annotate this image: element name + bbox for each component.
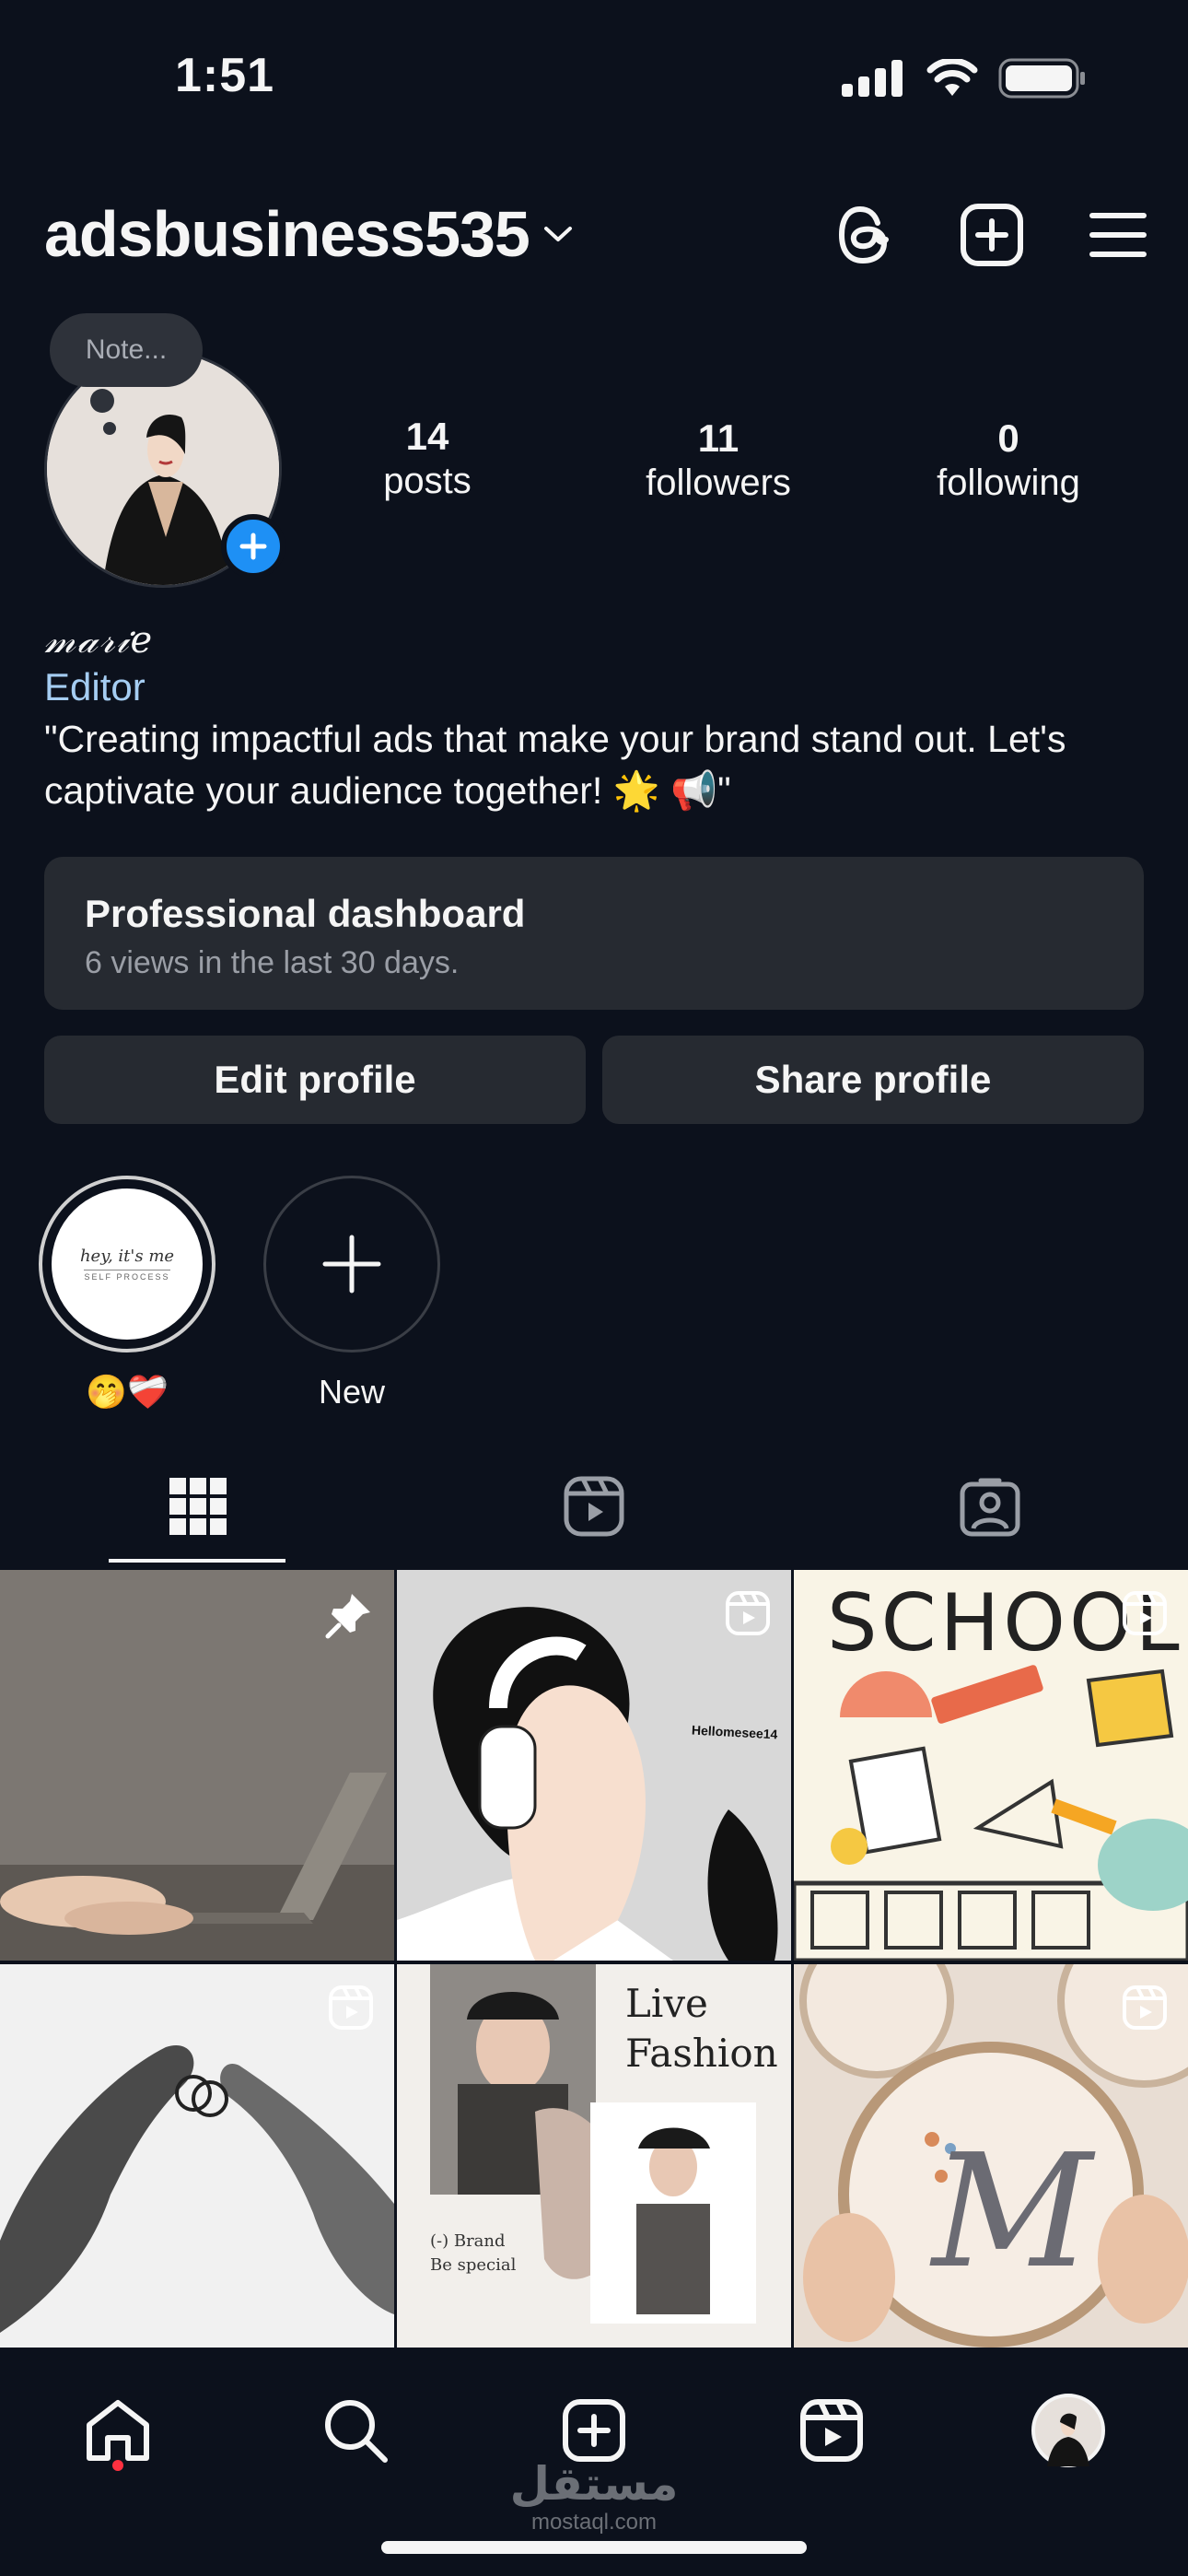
grid-post[interactable]: Live Fashion (-) Brand Be special	[397, 1964, 791, 2355]
post-thumbnail	[397, 1964, 791, 2355]
status-icons	[842, 57, 1087, 100]
post-title-line1: Live	[625, 1981, 708, 2026]
tab-grid[interactable]	[0, 1446, 396, 1566]
watermark: مستقل mostaql.com	[0, 2458, 1188, 2535]
reels-icon	[1123, 1591, 1167, 1635]
following-count: 0	[997, 416, 1019, 460]
highlight-cover-sub: SELF PROCESS	[84, 1270, 170, 1282]
profile-header: adsbusiness535	[0, 184, 1188, 286]
dashboard-title: Professional dashboard	[85, 892, 526, 935]
reels-icon	[329, 1985, 373, 2030]
wifi-icon	[926, 59, 978, 96]
create-icon	[563, 2399, 625, 2462]
watermark-arabic: مستقل	[509, 2458, 679, 2510]
pin-icon	[325, 1594, 370, 1639]
new-highlight-button[interactable]	[263, 1176, 440, 1352]
post-brand-text: (-) Brand	[430, 2231, 506, 2251]
active-tab-indicator	[109, 1559, 285, 1563]
share-profile-button[interactable]: Share profile	[602, 1036, 1144, 1124]
plus-icon	[322, 1235, 381, 1294]
post-tagline-text: Be special	[430, 2255, 517, 2275]
posts-grid: Hellomesee14 SCHOOL Live Fashion (-) Bra…	[0, 1570, 1188, 2355]
note-bubble-tail	[90, 389, 114, 413]
battery-icon	[998, 58, 1085, 99]
home-icon	[87, 2400, 149, 2461]
followers-count: 11	[697, 416, 740, 460]
grid-post[interactable]: Hellomesee14	[397, 1570, 791, 1961]
search-icon	[325, 2400, 388, 2463]
bottom-navigation: مستقل mostaql.com	[0, 2348, 1188, 2576]
tab-reels[interactable]	[396, 1446, 792, 1566]
watermark-latin: mostaql.com	[530, 2510, 658, 2535]
note-bubble[interactable]: Note...	[50, 313, 203, 387]
reels-icon	[564, 1476, 624, 1537]
reels-icon	[800, 2399, 863, 2462]
posts-count: 14	[405, 415, 449, 458]
stat-followers[interactable]: 11 followers	[608, 416, 829, 504]
note-bubble-tail-small	[103, 422, 116, 435]
bio-section: 𝓂𝒶𝓇𝒾𝑒 Editor "Creating impactful ads tha…	[44, 619, 1149, 816]
status-time: 1:51	[175, 49, 275, 102]
grid-post[interactable]: SCHOOL	[794, 1570, 1188, 1961]
edit-profile-button[interactable]: Edit profile	[44, 1036, 586, 1124]
post-caption-text: M	[932, 2121, 1093, 2303]
bio-text: "Creating impactful ads that make your b…	[44, 718, 1066, 812]
profile-summary: Note... 14 posts 11 followers 0 followin…	[0, 304, 1188, 599]
menu-icon[interactable]	[1089, 210, 1147, 260]
note-placeholder: Note...	[85, 334, 168, 365]
cellular-signal-icon	[842, 60, 903, 97]
profile-tabs	[0, 1446, 1188, 1566]
posts-label: posts	[383, 461, 472, 501]
highlight-cover[interactable]: hey, it's me SELF PROCESS	[39, 1176, 215, 1352]
home-indicator[interactable]	[381, 2541, 807, 2554]
reels-icon	[726, 1591, 770, 1635]
new-highlight[interactable]: New	[263, 1176, 440, 1411]
threads-icon[interactable]	[834, 203, 895, 267]
dashboard-subtitle: 6 views in the last 30 days.	[85, 945, 460, 980]
post-title-line2: Fashion	[625, 2031, 778, 2076]
highlight-cover-text: hey, it's me	[79, 1247, 175, 1266]
grid-post[interactable]: M	[794, 1964, 1188, 2355]
highlight-label: 🤭❤️‍🩹	[86, 1373, 169, 1411]
category-label[interactable]: Editor	[44, 665, 1149, 709]
status-bar: 1:51	[0, 0, 1188, 157]
chevron-down-icon	[543, 227, 572, 241]
profile-avatar-icon	[1031, 2394, 1105, 2467]
stat-posts[interactable]: 14 posts	[335, 415, 519, 502]
add-story-button[interactable]	[221, 514, 285, 579]
grid-post[interactable]	[0, 1570, 394, 1961]
plus-icon	[239, 533, 267, 560]
username: adsbusiness535	[44, 198, 530, 270]
create-icon[interactable]	[960, 203, 1024, 267]
tab-tagged[interactable]	[792, 1446, 1188, 1566]
account-switcher[interactable]: adsbusiness535	[44, 197, 574, 271]
highlight-item[interactable]: hey, it's me SELF PROCESS 🤭❤️‍🩹	[39, 1176, 215, 1411]
grid-post[interactable]	[0, 1964, 394, 2355]
new-highlight-label: New	[318, 1373, 386, 1411]
highlight-cover-image: hey, it's me SELF PROCESS	[48, 1185, 206, 1343]
professional-dashboard[interactable]: Professional dashboard 6 views in the la…	[44, 857, 1144, 1010]
grid-icon	[169, 1478, 227, 1535]
header-actions	[834, 203, 1147, 267]
following-label: following	[937, 463, 1080, 503]
reels-icon	[1123, 1985, 1167, 2030]
stat-following[interactable]: 0 following	[907, 416, 1110, 504]
tagged-icon	[960, 1478, 1020, 1537]
display-name: 𝓂𝒶𝓇𝒾𝑒	[44, 619, 155, 662]
followers-label: followers	[646, 463, 791, 503]
